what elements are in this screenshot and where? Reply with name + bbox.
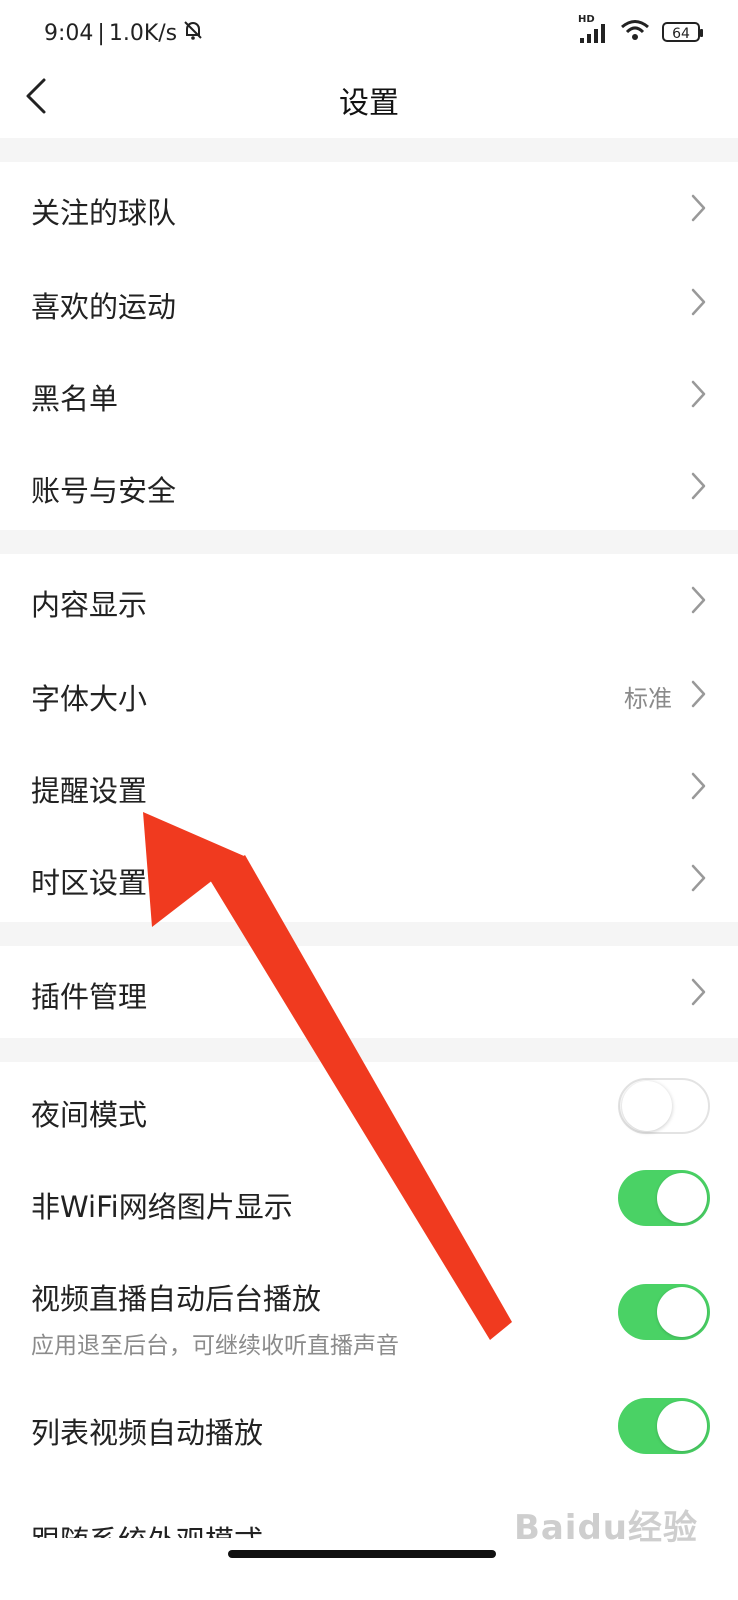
mute-bell-icon bbox=[181, 18, 205, 48]
nav-bar: 设置 bbox=[0, 64, 738, 138]
row-followed-teams[interactable]: 关注的球队 bbox=[0, 162, 738, 254]
section-divider bbox=[0, 530, 738, 554]
status-bar: 9:04 | 1.0K/s HD 64 bbox=[0, 0, 738, 64]
row-label: 内容显示 bbox=[31, 588, 148, 622]
toggle-knob bbox=[657, 1401, 707, 1451]
status-right: HD 64 bbox=[578, 14, 703, 46]
toggle-knob bbox=[622, 1081, 672, 1131]
row-background-playback: 视频直播自动后台播放 应用退至后台，可继续收听直播声音 bbox=[0, 1246, 738, 1370]
row-list-video-autoplay: 列表视频自动播放 bbox=[0, 1370, 738, 1480]
row-label: 夜间模式 bbox=[31, 1098, 148, 1132]
chevron-right-icon bbox=[691, 772, 706, 800]
signal-icon: HD bbox=[578, 14, 608, 44]
chevron-right-icon bbox=[691, 864, 706, 892]
chevron-right-icon bbox=[691, 680, 706, 708]
status-speed: 1.0K/s bbox=[108, 20, 178, 46]
background-playback-toggle[interactable] bbox=[618, 1284, 710, 1340]
row-label: 字体大小 bbox=[31, 682, 148, 716]
wifi-icon bbox=[620, 18, 650, 46]
row-blacklist[interactable]: 黑名单 bbox=[0, 346, 738, 438]
section-divider bbox=[0, 138, 738, 162]
font-size-value: 标准 bbox=[624, 685, 672, 713]
row-label: 账号与安全 bbox=[31, 474, 177, 508]
chevron-right-icon bbox=[691, 472, 706, 500]
row-account-security[interactable]: 账号与安全 bbox=[0, 438, 738, 530]
row-non-wifi-images: 非WiFi网络图片显示 bbox=[0, 1154, 738, 1246]
row-label: 黑名单 bbox=[31, 382, 119, 416]
row-label: 时区设置 bbox=[31, 866, 148, 900]
row-label: 视频直播自动后台播放 bbox=[31, 1282, 322, 1316]
row-plugin-management[interactable]: 插件管理 bbox=[0, 946, 738, 1038]
row-timezone-settings[interactable]: 时区设置 bbox=[0, 830, 738, 922]
list-video-autoplay-toggle[interactable] bbox=[618, 1398, 710, 1454]
row-label: 关注的球队 bbox=[31, 196, 177, 230]
row-label: 列表视频自动播放 bbox=[31, 1416, 264, 1450]
battery-icon: 64 bbox=[662, 22, 703, 42]
non-wifi-images-toggle[interactable] bbox=[618, 1170, 710, 1226]
night-mode-toggle[interactable] bbox=[618, 1078, 710, 1134]
row-label: 跟随系统外观模式 bbox=[31, 1518, 263, 1538]
row-label: 喜欢的运动 bbox=[31, 290, 177, 324]
section-divider bbox=[0, 1038, 738, 1062]
chevron-right-icon bbox=[691, 380, 706, 408]
row-night-mode: 夜间模式 bbox=[0, 1062, 738, 1154]
row-font-size[interactable]: 字体大小 标准 bbox=[0, 646, 738, 738]
status-separator: | bbox=[97, 20, 105, 46]
chevron-right-icon bbox=[691, 194, 706, 222]
toggle-knob bbox=[657, 1173, 707, 1223]
row-notification-settings[interactable]: 提醒设置 bbox=[0, 738, 738, 830]
row-label: 插件管理 bbox=[31, 980, 148, 1014]
status-time: 9:04 bbox=[44, 20, 94, 46]
section-divider bbox=[0, 922, 738, 946]
chevron-right-icon bbox=[691, 586, 706, 614]
page-title: 设置 bbox=[339, 86, 399, 121]
status-left: 9:04 | 1.0K/s bbox=[44, 18, 205, 48]
row-favorite-sports[interactable]: 喜欢的运动 bbox=[0, 254, 738, 346]
row-label: 非WiFi网络图片显示 bbox=[31, 1190, 293, 1224]
row-label: 提醒设置 bbox=[31, 774, 148, 808]
row-content-display[interactable]: 内容显示 bbox=[0, 554, 738, 646]
toggle-knob bbox=[657, 1287, 707, 1337]
home-indicator bbox=[228, 1550, 496, 1558]
row-sublabel: 应用退至后台，可继续收听直播声音 bbox=[31, 1333, 399, 1359]
chevron-right-icon bbox=[691, 978, 706, 1006]
chevron-right-icon bbox=[691, 288, 706, 316]
watermark: Baidu经验 bbox=[513, 1508, 698, 1548]
